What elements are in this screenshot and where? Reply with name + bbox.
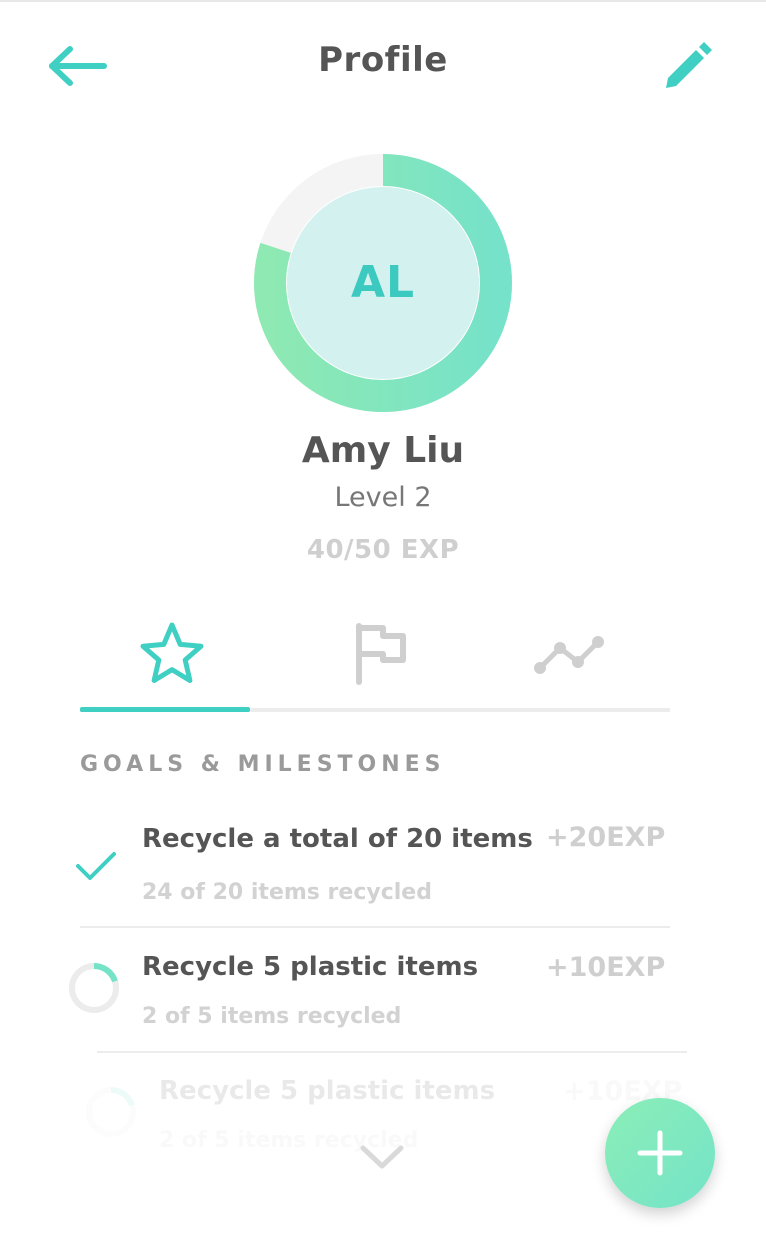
tab-challenges[interactable]: [285, 610, 475, 706]
trend-line-icon: [534, 636, 604, 674]
goal-reward: +10EXP: [546, 952, 666, 983]
goal-item[interactable]: Recycle a total of 20 items 24 of 20 ite…: [60, 810, 680, 930]
chevron-down-icon: [360, 1145, 404, 1169]
goal-divider: [97, 1051, 687, 1053]
goal-divider: [80, 926, 670, 928]
goal-reward: +20EXP: [546, 822, 666, 853]
page-title: Profile: [318, 40, 448, 80]
scroll-down-button[interactable]: [357, 1138, 407, 1178]
add-button[interactable]: [605, 1098, 715, 1208]
user-exp: 40/50 EXP: [306, 535, 460, 565]
goal-subtitle: 2 of 5 items recycled: [142, 1004, 402, 1029]
avatar-initials: AL: [350, 257, 416, 308]
goal-subtitle: 24 of 20 items recycled: [142, 880, 432, 905]
progress-ring-icon: [86, 1087, 136, 1137]
tab-active-indicator: [80, 707, 250, 712]
goal-title: Recycle 5 plastic items: [159, 1076, 496, 1106]
edit-button[interactable]: [660, 38, 716, 94]
goal-title: Recycle a total of 20 items: [142, 824, 533, 854]
plus-icon: [637, 1130, 683, 1176]
tab-stats[interactable]: [490, 610, 670, 706]
user-name: Amy Liu: [301, 430, 465, 471]
user-level: Level 2: [334, 482, 432, 513]
progress-ring-icon: [69, 963, 119, 1013]
pencil-icon: [666, 42, 712, 88]
goal-item[interactable]: Recycle 5 plastic items 2 of 5 items rec…: [60, 940, 680, 1060]
header: Profile: [0, 0, 766, 120]
star-icon: [140, 622, 204, 683]
section-title: GOALS & MILESTONES: [80, 752, 446, 777]
goal-title: Recycle 5 plastic items: [142, 952, 479, 982]
tab-goals[interactable]: [80, 610, 270, 706]
checkmark-icon: [76, 852, 116, 880]
avatar[interactable]: AL: [253, 153, 513, 413]
tab-bar: [80, 610, 670, 714]
flag-icon: [356, 623, 406, 685]
